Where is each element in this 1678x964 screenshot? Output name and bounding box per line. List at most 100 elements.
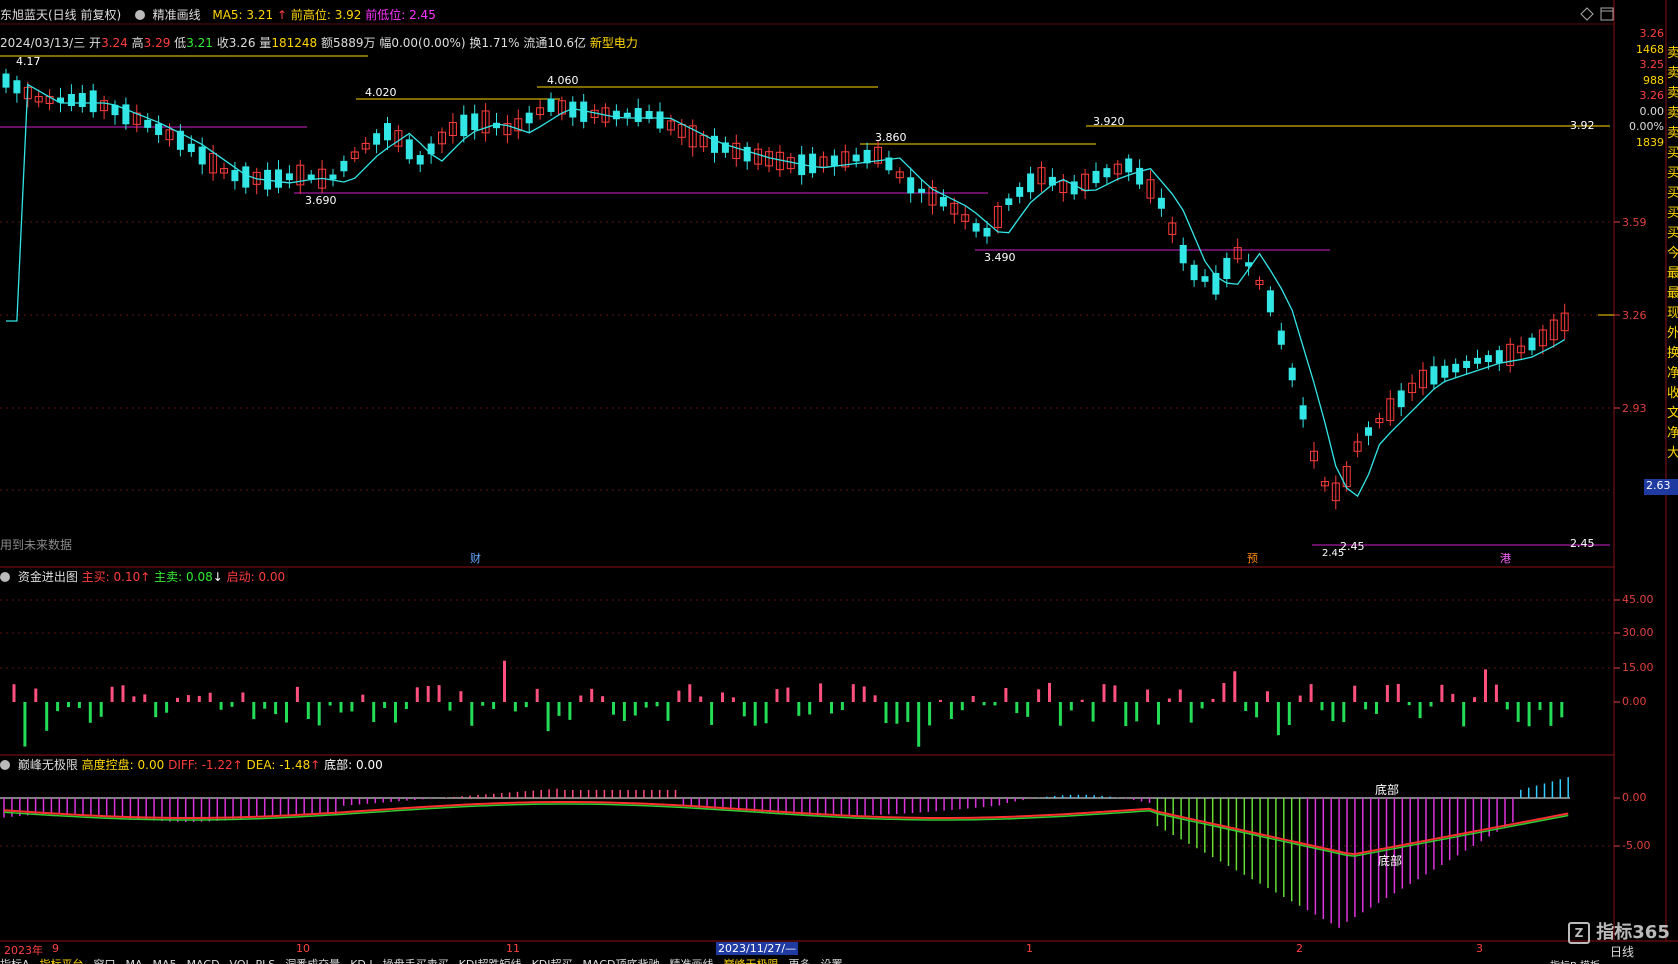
side-char: 买 [1667, 226, 1678, 241]
label-2.45-line: 2.45 [1570, 537, 1595, 550]
side-char: 卖 [1667, 46, 1678, 61]
tab-13[interactable]: 精准画线 [669, 958, 713, 964]
side-val-2: 1468 [1636, 42, 1664, 56]
side-char: 买 [1667, 166, 1678, 181]
tab-4[interactable]: MA5 [153, 958, 177, 964]
label-4.17: 4.17 [16, 55, 41, 68]
tab-2[interactable]: 窗口 [94, 958, 116, 964]
axis-m3: 3 [1476, 942, 1483, 955]
brand-name: 指标365 [1596, 922, 1670, 943]
axis-macd-1: 0.00 [1622, 791, 1647, 804]
tab-16[interactable]: 设置 [820, 958, 842, 964]
tab-12[interactable]: MACD顶底背驰 [583, 958, 660, 964]
side-char: 买 [1667, 146, 1678, 161]
side-char: 买 [1667, 206, 1678, 221]
side-char: 净 [1667, 426, 1678, 441]
side-char: 卖 [1667, 106, 1678, 121]
side-char: 文 [1667, 406, 1678, 421]
side-val-7: 0.00% [1629, 120, 1664, 133]
tab-15[interactable]: 更多 [788, 958, 810, 964]
time-axis: 2023年 9 10 11 2023/11/27/— 1 2 3 [0, 942, 1614, 957]
label-4.060: 4.060 [547, 74, 579, 87]
side-val-6: 0.00 [1639, 104, 1665, 118]
macd-panel-title[interactable]: 巅峰无极限 [18, 758, 78, 772]
template-label[interactable]: 指标B 模板 [1550, 957, 1600, 964]
label-2.45-b: 2.45 [1322, 548, 1344, 559]
label-3.690: 3.690 [305, 194, 337, 207]
axis-price-3: 2.93 [1622, 402, 1647, 415]
flow-panel-header: 资金进出图 主买: 0.10↑ 主卖: 0.08↓ 启动: 0.00 [0, 568, 285, 585]
axis-cursor-date: 2023/11/27/— [716, 942, 799, 955]
label-3.92-line: 3.92 [1570, 119, 1595, 132]
bottom-note-1: 底部 [1375, 782, 1399, 797]
brand-logo-icon: Z [1568, 922, 1590, 944]
tab-5[interactable]: MACD [187, 958, 220, 964]
tab-3[interactable]: MA [126, 958, 143, 964]
label-3.490: 3.490 [984, 251, 1016, 264]
side-char: 换 [1667, 346, 1678, 361]
side-char: 最 [1667, 286, 1678, 301]
bottom-note-2: 底部 [1378, 853, 1402, 868]
axis-m2: 2 [1296, 942, 1303, 955]
tab-14[interactable]: 巅峰无极限 [723, 958, 778, 964]
label-4.020: 4.020 [365, 86, 397, 99]
side-val-5: 3.26 [1639, 89, 1665, 102]
axis-flow-4: 0.00 [1622, 695, 1647, 708]
side-char: 现 [1667, 306, 1678, 321]
side-char: 卖 [1667, 86, 1678, 101]
tab-11[interactable]: KDJ超买 [532, 958, 573, 964]
axis-m1: 1 [1026, 942, 1033, 955]
axis-macd-2: -5.00 [1622, 839, 1651, 852]
side-char: 卖 [1667, 126, 1678, 141]
axis-m11: 11 [506, 942, 520, 955]
macd-panel-header: 巅峰无极限 高度控盘: 0.00 DIFF: -1.22↑ DEA: -1.48… [0, 756, 383, 773]
axis-current-price: 2.63 [1644, 479, 1678, 495]
side-char: 外 [1667, 326, 1678, 341]
indicator-tab-bar: 指标A 指标平台 窗口 MA MA5 MACD VOL-PLS 洞悉成交量 KD J 操盘手买卖买… [0, 956, 1560, 964]
label-3.920: 3.920 [1093, 115, 1125, 128]
chart-canvas[interactable]: 4.17 4.020 4.060 3.690 3.860 3.920 3.490… [0, 0, 1678, 964]
marker-gang[interactable]: 港 [1500, 552, 1511, 565]
axis-flow-3: 15.00 [1622, 661, 1654, 674]
side-char: 买 [1667, 186, 1678, 201]
side-label-column: 卖卖卖卖卖买买买买买今最最现外换净收文净大 [1667, 44, 1678, 464]
axis-flow-2: 30.00 [1622, 626, 1654, 639]
resistance-lines [0, 55, 1614, 546]
axis-m10: 10 [296, 942, 310, 955]
side-val-3: 3.25 [1639, 58, 1665, 71]
marker-cai[interactable]: 财 [470, 551, 481, 565]
tab-10[interactable]: KDJ超跌短线 [459, 958, 522, 964]
ma5-line [6, 83, 1566, 498]
candlestick-series [2, 68, 1569, 510]
auto-start: 启动: 0.00 [226, 570, 286, 584]
tab-0[interactable]: 指标A [0, 958, 30, 964]
macd-toggle-icon[interactable] [0, 760, 10, 770]
side-char: 卖 [1667, 66, 1678, 81]
future-data-note: 用到未来数据 [0, 537, 72, 552]
side-val-1: 3.26 [1639, 27, 1665, 40]
dea-value: DEA: -1.48 [246, 758, 311, 772]
tab-1[interactable]: 指标平台 [40, 958, 84, 964]
side-char: 净 [1667, 366, 1678, 381]
tab-8[interactable]: KD J [350, 958, 372, 964]
axis-flow-1: 45.00 [1622, 593, 1654, 606]
axis-price-2: 3.26 [1622, 309, 1647, 322]
side-val-8: 1839 [1636, 135, 1664, 149]
flow-panel-title[interactable]: 资金进出图 [18, 570, 78, 584]
side-char: 大 [1667, 446, 1678, 461]
side-val-4: 988 [1643, 73, 1664, 87]
side-quote-values: 3.26 1468 3.25 988 3.26 0.00 0.00% 1839 [1614, 26, 1664, 150]
main-sell: 主卖: 0.08 [154, 570, 213, 584]
axis-price-1: 3.59 [1622, 216, 1647, 229]
period-daily-button[interactable]: 日线 [1610, 943, 1634, 960]
axis-m9: 9 [52, 942, 59, 955]
tab-7[interactable]: 洞悉成交量 [285, 958, 340, 964]
marker-yu[interactable]: 预 [1247, 552, 1258, 565]
bottom-value: 底部: 0.00 [324, 758, 383, 772]
brand-watermark: Z 指标365 [1568, 918, 1670, 944]
flow-bars [12, 660, 1564, 747]
tab-6[interactable]: VOL-PLS [230, 958, 276, 964]
tab-9[interactable]: 操盘手买卖买 [383, 958, 449, 964]
diff-value: DIFF: -1.22 [168, 758, 233, 772]
flow-toggle-icon[interactable] [0, 572, 10, 582]
